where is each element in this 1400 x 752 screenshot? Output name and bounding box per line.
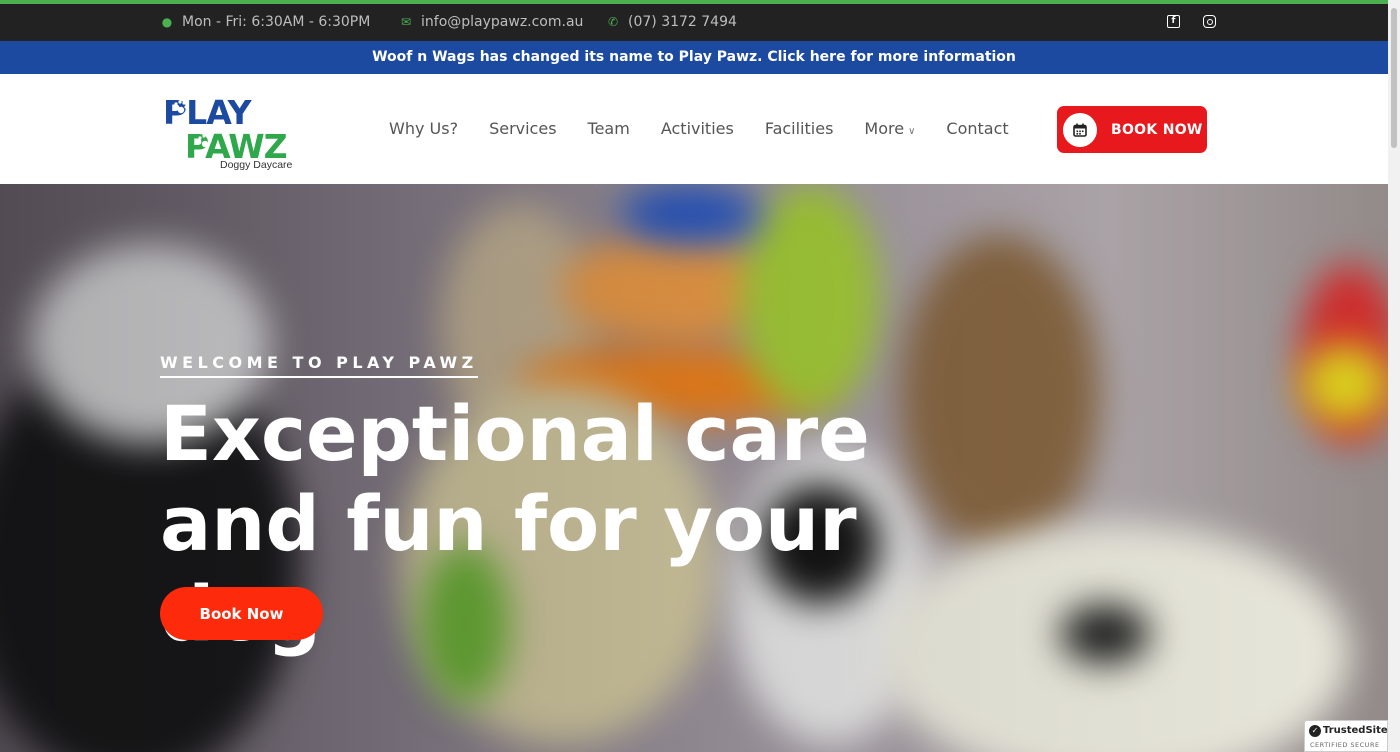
- site-header: PLAY PAWZ Doggy Daycare Why Us? Services…: [0, 74, 1388, 184]
- top-info-bar: ● Mon - Fri: 6:30AM - 6:30PM ✉ info@play…: [0, 4, 1388, 41]
- main-nav: Why Us? Services Team Activities Facilit…: [389, 119, 1009, 138]
- chevron-down-icon: ∨: [908, 126, 916, 137]
- hours-text: Mon - Fri: 6:30AM - 6:30PM: [182, 14, 371, 30]
- nav-more-label[interactable]: More: [864, 119, 904, 138]
- hours-info: ● Mon - Fri: 6:30AM - 6:30PM: [160, 14, 371, 30]
- rename-notice-banner[interactable]: Woof n Wags has changed its name to Play…: [0, 41, 1388, 74]
- trustedsite-badge[interactable]: ✓ TrustedSite CERTIFIED SECURE: [1304, 720, 1388, 752]
- nav-why-us[interactable]: Why Us?: [389, 119, 458, 138]
- nav-more[interactable]: More ∨: [864, 119, 915, 138]
- nav-team[interactable]: Team: [588, 119, 630, 138]
- phone-text[interactable]: (07) 3172 7494: [628, 14, 737, 30]
- instagram-icon[interactable]: [1203, 15, 1216, 28]
- header-book-now-button[interactable]: BOOK NOW: [1057, 106, 1207, 153]
- email-text[interactable]: info@playpawz.com.au: [421, 14, 583, 30]
- notice-text[interactable]: Woof n Wags has changed its name to Play…: [372, 49, 1016, 65]
- email-link[interactable]: ✉ info@playpawz.com.au: [399, 14, 583, 30]
- facebook-icon[interactable]: f: [1167, 15, 1180, 28]
- logo-tagline: Doggy Daycare: [220, 159, 293, 170]
- nav-activities[interactable]: Activities: [661, 119, 734, 138]
- nav-facilities[interactable]: Facilities: [765, 119, 834, 138]
- nav-contact[interactable]: Contact: [946, 119, 1008, 138]
- play-pawz-logo[interactable]: PLAY PAWZ Doggy Daycare: [163, 92, 295, 171]
- header-book-now-label[interactable]: BOOK NOW: [1111, 122, 1203, 138]
- nav-services[interactable]: Services: [489, 119, 556, 138]
- hero-book-now-label[interactable]: Book Now: [200, 605, 284, 623]
- phone-icon: ✆: [607, 15, 619, 29]
- scrollbar-thumb[interactable]: [1391, 8, 1397, 148]
- hero-book-now-button[interactable]: Book Now: [160, 587, 323, 640]
- trustedsite-subtitle: CERTIFIED SECURE: [1310, 741, 1380, 749]
- checkmark-icon: ✓: [1309, 725, 1321, 737]
- calendar-icon: [1063, 112, 1097, 147]
- page-scrollbar[interactable]: [1388, 0, 1400, 752]
- trustedsite-title: TrustedSite: [1323, 725, 1388, 736]
- clock-icon: ●: [161, 15, 173, 29]
- hero-eyebrow: WELCOME TO PLAY PAWZ: [160, 353, 478, 378]
- hero-section: WELCOME TO PLAY PAWZ Exceptional care an…: [0, 184, 1388, 752]
- phone-link[interactable]: ✆ (07) 3172 7494: [606, 14, 737, 30]
- envelope-icon: ✉: [400, 15, 412, 29]
